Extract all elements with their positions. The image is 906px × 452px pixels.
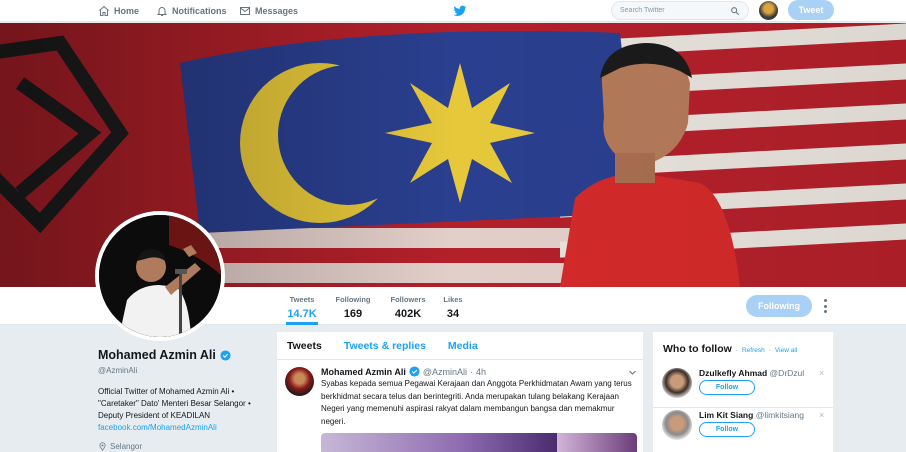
dismiss-icon[interactable]: × [819,410,824,420]
bell-icon [156,7,168,16]
tweet-header: Mohamed Azmin Ali @AzminAli · 4h [321,366,486,377]
nav-messages-label: Messages [255,6,299,16]
nav-notifications-label: Notifications [172,6,227,16]
following-button[interactable]: Following [746,295,812,317]
verified-badge-icon [220,349,231,361]
twitter-bird-icon[interactable] [453,4,467,18]
tweet-timestamp[interactable]: 4h [476,367,486,377]
tweet-author-name[interactable]: Mohamed Azmin Ali [321,367,406,377]
nav-home-label: Home [114,6,140,16]
home-icon [99,5,109,16]
chevron-down-icon[interactable] [628,368,637,377]
stat-tweets[interactable]: Tweets 14.7K [286,295,318,325]
envelope-icon [240,7,250,15]
who-to-follow-header: Who to follow · Refresh · View all [663,343,797,355]
stat-followers[interactable]: Followers 402K [389,295,427,320]
stat-value: 169 [343,308,363,320]
tweet-button[interactable]: Tweet [788,0,834,20]
location-pin-icon [99,442,106,451]
profile-link[interactable]: facebook.com/MohamedAzminAli [98,423,217,432]
tweet-separator: · [470,366,473,377]
follow-button[interactable]: Follow [699,380,755,395]
tweet-author-handle: @AzminAli [422,366,467,377]
tweet-media-image[interactable] [321,433,557,452]
profile-bio: Official Twitter of Mohamed Azmin Ali • … [98,387,251,420]
stat-following[interactable]: Following 169 [334,295,372,320]
suggested-user-avatar[interactable] [662,410,692,440]
who-to-follow-panel: Who to follow · Refresh · View all Dzulk… [653,332,833,452]
search-icon[interactable] [730,6,740,16]
profile-name-text: Mohamed Azmin Ali [98,348,216,362]
stat-value: 34 [446,308,460,320]
profile-avatar[interactable] [95,211,225,341]
account-avatar[interactable] [759,1,778,20]
tweet-media-image[interactable] [557,433,637,452]
dismiss-icon[interactable]: × [819,368,824,378]
separator-dot: · [735,347,738,354]
stat-value: 14.7K [287,308,317,320]
tab-tweets[interactable]: Tweets [287,340,322,352]
search-placeholder: Search Twitter [620,7,665,14]
more-options-icon[interactable] [820,299,830,313]
view-all-link[interactable]: View all [775,347,797,354]
timeline-tabs: Tweets Tweets & replies Media [277,332,643,360]
nav-messages[interactable]: Messages [239,3,298,19]
profile-location-text: Selangor [110,442,143,451]
suggested-user-header: Lim Kit Siang @limkitsiang [699,410,804,420]
nav-home[interactable]: Home [98,3,139,19]
stat-likes[interactable]: Likes 34 [442,295,464,320]
who-to-follow-title: Who to follow [663,343,732,355]
profile-photo [99,215,221,337]
tweet-text: Syabas kepada semua Pegawai Kerajaan dan… [321,379,632,426]
suggested-user: Dzulkefly Ahmad @DrDzul Follow × [653,366,833,406]
refresh-link[interactable]: Refresh [742,347,765,354]
suggested-user: Lim Kit Siang @limkitsiang Follow × [653,407,833,447]
top-navigation: Home Notifications Messages Search Twitt… [0,0,906,22]
suggested-user-handle: @DrDzul [769,368,805,378]
stat-label: Tweets [289,295,315,304]
tweet[interactable]: Mohamed Azmin Ali @AzminAli · 4h Syabas … [277,360,643,452]
follow-button[interactable]: Follow [699,422,755,437]
suggested-user-name[interactable]: Lim Kit Siang [699,410,753,420]
tweet-media[interactable] [321,433,637,452]
separator-dot: · [768,347,771,354]
tab-media[interactable]: Media [448,340,478,352]
stat-value: 402K [394,308,422,320]
suggested-user-name[interactable]: Dzulkefly Ahmad [699,368,767,378]
profile-handle: @AzminAli [98,366,138,375]
tab-tweets-replies[interactable]: Tweets & replies [344,340,426,352]
profile-location: Selangor [98,442,142,451]
timeline: Tweets Tweets & replies Media Mohamed Az… [277,332,643,452]
nav-notifications[interactable]: Notifications [156,3,227,19]
search-input[interactable]: Search Twitter [611,1,749,20]
suggested-user-header: Dzulkefly Ahmad @DrDzul [699,368,804,378]
suggested-user-handle: @limkitsiang [755,410,804,420]
stat-label: Following [335,295,371,304]
tweet-avatar[interactable] [285,367,314,396]
verified-badge-icon [409,366,420,377]
profile-name: Mohamed Azmin Ali [98,348,231,362]
suggested-user-avatar[interactable] [662,368,692,398]
stat-label: Followers [390,295,426,304]
stat-label: Likes [443,295,463,304]
